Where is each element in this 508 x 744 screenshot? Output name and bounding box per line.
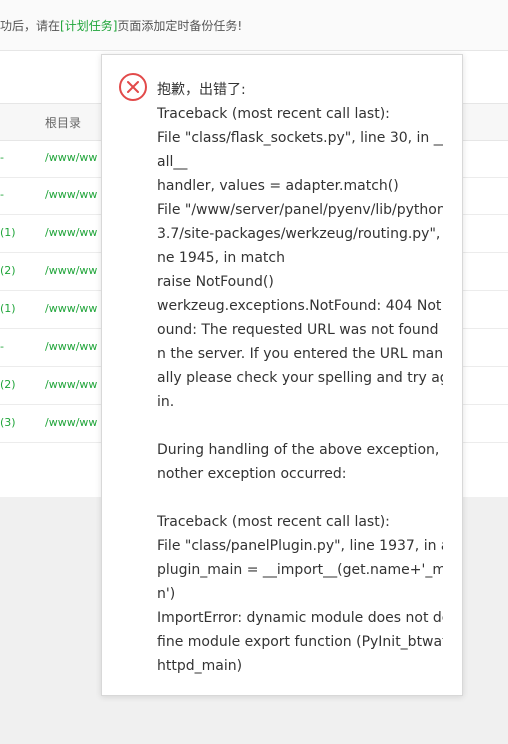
row-status[interactable]: (3) xyxy=(0,416,16,429)
traceback-line: File "class/panelPlugin.py", line 1937, … xyxy=(157,538,443,554)
error-circle-x-icon xyxy=(119,73,147,101)
cron-task-link[interactable]: [计划任务] xyxy=(60,19,117,33)
row-root-dir-link[interactable]: /www/ww xyxy=(45,226,97,239)
traceback-line: Traceback (most recent call last): xyxy=(157,106,390,122)
row-status[interactable]: - xyxy=(0,188,4,201)
traceback-line: in. xyxy=(157,394,175,410)
row-root-dir-link[interactable]: /www/ww xyxy=(45,378,97,391)
backup-notice-bar: 功后，请在[计划任务]页面添加定时备份任务! xyxy=(0,0,508,51)
notice-suffix: 页面添加定时备份任务! xyxy=(117,19,243,33)
traceback-line: ne 1945, in match xyxy=(157,250,285,266)
error-title: 抱歉，出错了: xyxy=(157,82,246,98)
row-root-dir-link[interactable]: /www/ww xyxy=(45,340,97,353)
traceback-line: 3.7/site-packages/werkzeug/routing.py", … xyxy=(157,226,443,242)
row-status[interactable]: (1) xyxy=(0,302,16,315)
traceback-line: File "/www/server/panel/pyenv/lib/python xyxy=(157,202,443,218)
traceback-line: n') xyxy=(157,586,176,602)
error-dialog: 抱歉，出错了: Traceback (most recent call last… xyxy=(101,54,463,696)
traceback-line: httpd_main) xyxy=(157,658,243,674)
traceback-line: all__ xyxy=(157,154,188,170)
traceback-line: During handling of the above exception, … xyxy=(157,442,443,458)
traceback-line: n the server. If you entered the URL man… xyxy=(157,346,443,362)
row-root-dir-link[interactable]: /www/ww xyxy=(45,264,97,277)
traceback-line xyxy=(157,486,443,510)
row-root-dir-link[interactable]: /www/ww xyxy=(45,416,97,429)
traceback-line: fine module export function (PyInit_btwa… xyxy=(157,634,443,650)
traceback-line: ally please check your spelling and try … xyxy=(157,370,443,386)
column-header-root-dir: 根目录 xyxy=(45,116,82,130)
row-status[interactable]: - xyxy=(0,340,4,353)
row-status[interactable]: (2) xyxy=(0,378,16,391)
traceback-line: raise NotFound() xyxy=(157,274,274,290)
row-status[interactable]: (2) xyxy=(0,264,16,277)
traceback-line: File "class/flask_sockets.py", line 30, … xyxy=(157,130,443,146)
traceback-line xyxy=(157,414,443,438)
row-status[interactable]: - xyxy=(0,151,4,164)
row-status[interactable]: (1) xyxy=(0,226,16,239)
traceback-line: plugin_main = __import__(get.name+'_mai xyxy=(157,562,443,578)
traceback-line: ound: The requested URL was not found o xyxy=(157,322,443,338)
error-message: 抱歉，出错了: Traceback (most recent call last… xyxy=(157,78,443,678)
traceback-line: Traceback (most recent call last): xyxy=(157,514,390,530)
traceback-line: nother exception occurred: xyxy=(157,466,347,482)
row-root-dir-link[interactable]: /www/ww xyxy=(45,151,97,164)
traceback-line: werkzeug.exceptions.NotFound: 404 Not F xyxy=(157,298,443,314)
row-root-dir-link[interactable]: /www/ww xyxy=(45,188,97,201)
row-root-dir-link[interactable]: /www/ww xyxy=(45,302,97,315)
notice-prefix: 功后，请在 xyxy=(0,19,61,33)
traceback-line: ImportError: dynamic module does not de xyxy=(157,610,443,626)
traceback-line: handler, values = adapter.match() xyxy=(157,178,399,194)
backup-notice-text: 功后，请在[计划任务]页面添加定时备份任务! xyxy=(0,17,242,34)
